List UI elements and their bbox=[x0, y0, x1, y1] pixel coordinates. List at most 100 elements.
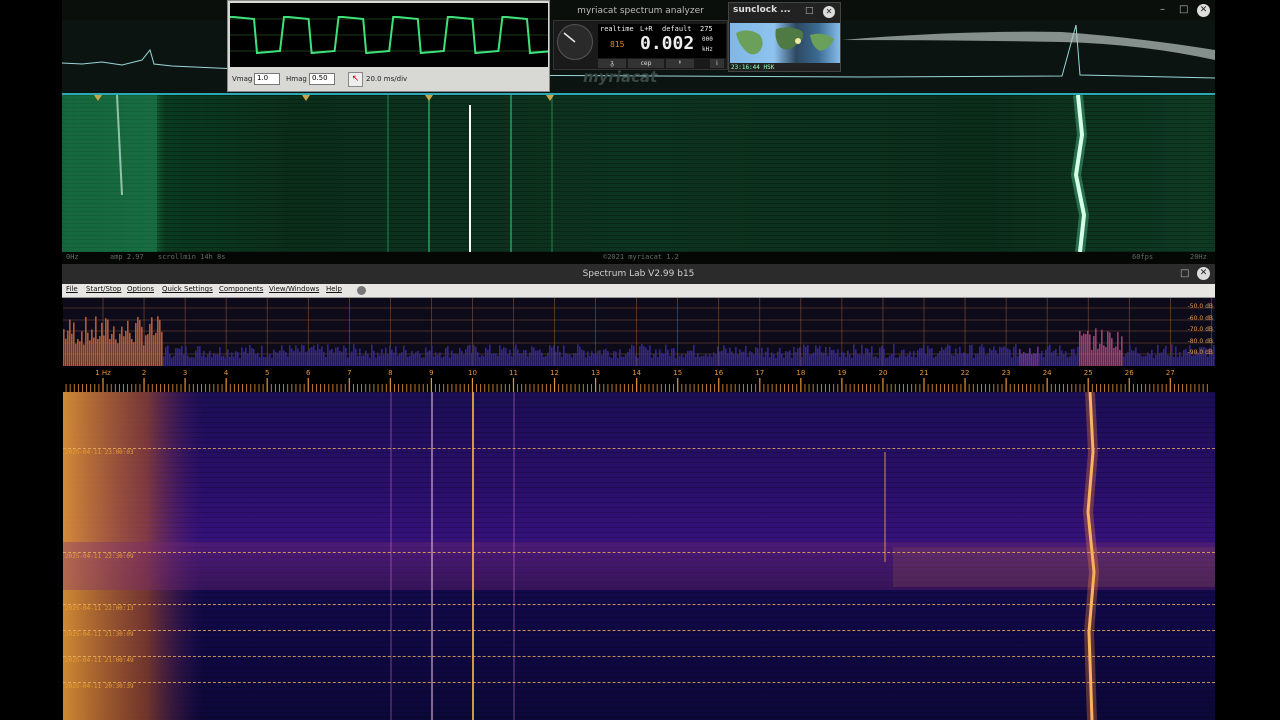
status-freq-right: 20Hz bbox=[1190, 253, 1207, 261]
timestamp-label: 2025-04-11 21:30:09 bbox=[65, 631, 134, 638]
timestamp-label: 2025-04-11 21:00:49 bbox=[65, 657, 134, 664]
cep-button[interactable]: cep bbox=[628, 59, 664, 68]
freq-tick-label: 23 bbox=[1002, 369, 1011, 377]
spectrum-lab-spectrum-plot: -50.0 dB -60.0 dB -70.0 dB -80.0 dB -90.… bbox=[63, 298, 1215, 366]
freq-tick-label: 12 bbox=[550, 369, 559, 377]
db-label-2: -70.0 dB bbox=[1187, 326, 1213, 333]
readout-small-left: 815 bbox=[610, 40, 625, 49]
pointer-icon[interactable]: ↖ bbox=[348, 72, 363, 87]
freq-tick-label: 2 bbox=[142, 369, 146, 377]
maximize-icon[interactable]: □ bbox=[1179, 4, 1188, 15]
readout-unit: kHz bbox=[702, 46, 713, 53]
db-label-1: -60.0 dB bbox=[1187, 315, 1213, 322]
myriacat-title: myriacat spectrum analyzer bbox=[577, 6, 704, 16]
freq-tick-label: 27 bbox=[1166, 369, 1175, 377]
freq-tick-label: 8 bbox=[388, 369, 392, 377]
freq-tick-label: 24 bbox=[1043, 369, 1052, 377]
spectrum-lab-title-bar: Spectrum Lab V2.99 b15 bbox=[62, 264, 1215, 284]
sunclock-world-map[interactable] bbox=[730, 23, 840, 63]
timestamp-label: 2025-04-11 23:00:03 bbox=[65, 449, 134, 456]
timestamp-label: 2025-04-11 22:00:13 bbox=[65, 605, 134, 612]
hmag-label: Hmag bbox=[286, 75, 307, 83]
freq-tick-label: 6 bbox=[306, 369, 311, 377]
sunclock-title: sunclock ... bbox=[733, 5, 791, 15]
freq-tick-label: 1 Hz bbox=[95, 369, 111, 377]
phi-button[interactable]: ᶲ bbox=[666, 59, 694, 68]
spectrum-lab-title: Spectrum Lab V2.99 b15 bbox=[582, 269, 695, 279]
timebase-label: 20.0 ms/div bbox=[366, 75, 408, 83]
db-label-4: -90.0 dB bbox=[1187, 349, 1213, 356]
readout-unit-top: 000 bbox=[702, 36, 713, 43]
oscilloscope-screen bbox=[230, 3, 548, 67]
vmag-label: Vmag bbox=[232, 75, 253, 83]
hmag-input[interactable]: 0.50 bbox=[309, 73, 335, 85]
timestamp-label: 2025-04-11 22:30:09 bbox=[65, 553, 134, 560]
sl-maximize-icon[interactable]: □ bbox=[1180, 268, 1189, 279]
info-button[interactable]: i bbox=[710, 59, 724, 68]
db-label-3: -80.0 dB bbox=[1187, 338, 1213, 345]
freq-tick-label: 18 bbox=[796, 369, 805, 377]
timestamp-line bbox=[63, 630, 1215, 631]
menu-help[interactable]: Help bbox=[326, 285, 342, 293]
freq-tick-label: 10 bbox=[468, 369, 477, 377]
freq-tick-label: 13 bbox=[591, 369, 600, 377]
menu-view-windows[interactable]: View/Windows bbox=[269, 285, 319, 293]
freq-tick-label: 21 bbox=[920, 369, 929, 377]
status-freq-left: 0Hz bbox=[66, 253, 79, 261]
freq-tick-label: 22 bbox=[961, 369, 970, 377]
oscilloscope-window: Vmag 1.0 Hmag 0.50 ↖ 20.0 ms/div bbox=[227, 0, 550, 92]
timestamp-line bbox=[63, 604, 1215, 605]
db-label-0: -50.0 dB bbox=[1187, 303, 1213, 310]
readout-num: 275 bbox=[700, 25, 713, 33]
vmag-input[interactable]: 1.0 bbox=[254, 73, 280, 85]
freq-tick-label: 15 bbox=[673, 369, 682, 377]
readout-channel: L+R bbox=[640, 25, 653, 33]
sunclock-time: 23:16:44 HSK bbox=[731, 64, 775, 71]
sunclock-window: sunclock ... – □ ✕ 23:16:44 HSK bbox=[728, 2, 841, 72]
freq-tick-label: 17 bbox=[755, 369, 764, 377]
frequency-readout: realtime L+R default 275 815 0.002 000 k… bbox=[598, 24, 726, 58]
sunclock-close-icon[interactable]: ✕ bbox=[823, 6, 835, 18]
freq-tick-label: 7 bbox=[347, 369, 351, 377]
amplitude-dial[interactable] bbox=[557, 24, 593, 60]
readout-value: 0.002 bbox=[640, 33, 695, 54]
sunclock-minimize-icon[interactable]: – bbox=[786, 6, 791, 16]
freq-tick-label: 9 bbox=[429, 369, 433, 377]
freq-tick-label: 5 bbox=[265, 369, 269, 377]
freq-tick-label: 25 bbox=[1084, 369, 1093, 377]
freq-tick-label: 4 bbox=[224, 369, 229, 377]
readout-mode: realtime bbox=[600, 25, 634, 33]
myriacat-logo: myriacat bbox=[583, 68, 658, 86]
waveform-button[interactable]: ᵹ bbox=[598, 59, 626, 68]
freq-tick-label: 16 bbox=[714, 369, 723, 377]
status-scroll: scrollmin 14h 8s bbox=[158, 253, 226, 261]
timestamp-line bbox=[63, 656, 1215, 657]
freq-tick-label: 26 bbox=[1125, 369, 1134, 377]
close-icon[interactable]: ✕ bbox=[1197, 4, 1210, 17]
status-amp: amp 2.97 bbox=[110, 253, 144, 261]
freq-tick-label: 19 bbox=[837, 369, 846, 377]
menu-options[interactable]: Options bbox=[127, 285, 154, 293]
top-waterfall bbox=[62, 95, 1215, 252]
freq-tick-label: 20 bbox=[878, 369, 887, 377]
sunclock-maximize-icon[interactable]: □ bbox=[805, 6, 814, 16]
status-copyright: ©2021 myriacat 1.2 bbox=[603, 253, 679, 261]
minimize-icon[interactable]: – bbox=[1160, 4, 1165, 15]
menu-quick-settings[interactable]: Quick Settings bbox=[162, 285, 213, 293]
spectrum-lab-menubar: File Start/Stop Options Quick Settings C… bbox=[62, 284, 1215, 298]
menu-start-stop[interactable]: Start/Stop bbox=[86, 285, 121, 293]
status-led-icon bbox=[357, 286, 366, 295]
menu-components[interactable]: Components bbox=[219, 285, 263, 293]
freq-tick-label: 3 bbox=[183, 369, 187, 377]
menu-file[interactable]: File bbox=[66, 285, 78, 293]
status-fps: 60fps bbox=[1132, 253, 1154, 261]
frequency-scale[interactable]: 1 Hz 2 3 4 5 6 7 8 9 10 11 12 13 14 15 16 17 18 19 20 21 22 23… bbox=[63, 366, 1215, 392]
timestamp-line bbox=[63, 552, 1215, 553]
myriacat-control-panel: realtime L+R default 275 815 0.002 000 k… bbox=[553, 20, 728, 70]
myriacat-status-bar: 0Hz amp 2.97 scrollmin 14h 8s ©2021 myri… bbox=[62, 252, 1215, 264]
spectrum-lab-waterfall: 2025-04-11 23:00:03 2025-04-11 22:30:09 … bbox=[63, 392, 1215, 720]
sl-close-icon[interactable]: ✕ bbox=[1197, 267, 1210, 280]
timestamp-label: 2025-04-11 20:30:39 bbox=[65, 683, 134, 690]
freq-tick-label: 14 bbox=[632, 369, 641, 377]
timestamp-line bbox=[63, 682, 1215, 683]
